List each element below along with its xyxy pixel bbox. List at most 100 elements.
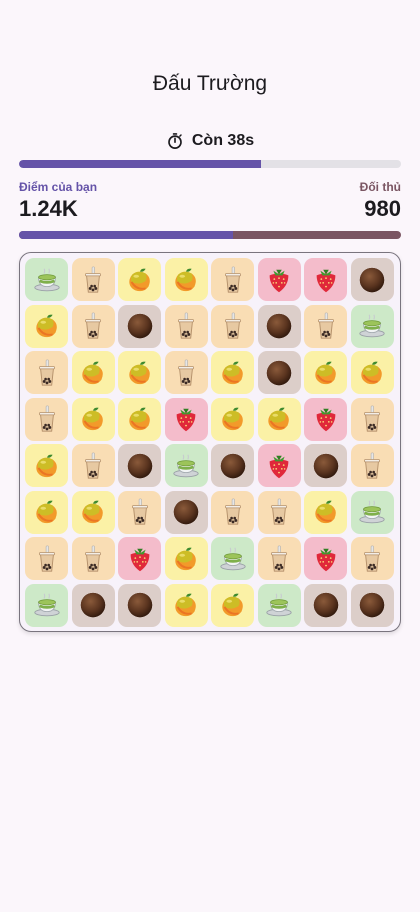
strawberry-icon [264, 451, 294, 481]
green-tea-icon [264, 590, 294, 620]
tile-straw[interactable] [304, 397, 347, 441]
tile-tea[interactable] [211, 537, 254, 580]
green-tea-icon [171, 451, 201, 481]
tile-mango[interactable] [71, 351, 115, 394]
tile-coco[interactable] [211, 444, 254, 487]
tile-boba[interactable] [25, 351, 68, 394]
tile-tea[interactable] [350, 304, 394, 348]
tile-straw[interactable] [304, 258, 347, 301]
tile-mango[interactable] [118, 351, 161, 394]
strawberry-icon [311, 404, 341, 434]
tile-boba[interactable] [211, 490, 254, 534]
tile-tea[interactable] [164, 444, 208, 487]
tile-boba[interactable] [71, 537, 115, 580]
coconut-icon [264, 311, 294, 341]
green-tea-icon [32, 265, 62, 295]
mango-icon [78, 404, 108, 434]
tile-mango[interactable] [118, 258, 161, 301]
tile-straw[interactable] [164, 397, 208, 441]
tile-boba[interactable] [211, 258, 254, 301]
mango-icon [311, 358, 341, 388]
bubble-tea-icon [32, 358, 62, 388]
tile-boba[interactable] [350, 444, 394, 487]
mango-icon [218, 358, 248, 388]
green-tea-icon [32, 590, 62, 620]
game-board [19, 252, 401, 632]
tile-boba[interactable] [350, 397, 394, 441]
tile-coco[interactable] [304, 444, 347, 487]
tile-mango[interactable] [25, 304, 68, 348]
tile-boba[interactable] [71, 258, 115, 301]
tile-coco[interactable] [350, 258, 394, 301]
tile-straw[interactable] [304, 537, 347, 580]
mango-icon [171, 544, 201, 574]
mango-icon [218, 590, 248, 620]
tile-straw[interactable] [257, 444, 301, 487]
tile-boba[interactable] [71, 304, 115, 348]
tile-coco[interactable] [304, 583, 347, 627]
tile-boba[interactable] [25, 537, 68, 580]
bubble-tea-icon [218, 311, 248, 341]
tile-coco[interactable] [350, 583, 394, 627]
tile-tea[interactable] [25, 258, 68, 301]
tile-boba[interactable] [164, 351, 208, 394]
tile-boba[interactable] [257, 537, 301, 580]
bubble-tea-icon [264, 497, 294, 527]
tile-coco[interactable] [118, 583, 161, 627]
mango-icon [32, 497, 62, 527]
tile-boba[interactable] [118, 490, 161, 534]
tile-coco[interactable] [257, 351, 301, 394]
tile-boba[interactable] [71, 444, 115, 487]
mango-icon [78, 497, 108, 527]
strawberry-icon [171, 404, 201, 434]
score-comparison-bar [19, 231, 401, 239]
tile-straw[interactable] [118, 537, 161, 580]
strawberry-icon [311, 544, 341, 574]
tile-tea[interactable] [257, 583, 301, 627]
tile-mango[interactable] [25, 444, 68, 487]
tile-boba[interactable] [304, 304, 347, 348]
mango-icon [78, 358, 108, 388]
coconut-icon [125, 311, 155, 341]
tile-boba[interactable] [25, 397, 68, 441]
tile-straw[interactable] [257, 258, 301, 301]
tile-coco[interactable] [118, 304, 161, 348]
player-score-label: Điểm của bạn [19, 180, 98, 194]
tile-mango[interactable] [304, 351, 347, 394]
tile-tea[interactable] [25, 583, 68, 627]
tile-boba[interactable] [164, 304, 208, 348]
tile-tea[interactable] [350, 490, 394, 534]
tile-mango[interactable] [164, 583, 208, 627]
bubble-tea-icon [218, 265, 248, 295]
coconut-icon [125, 451, 155, 481]
tile-coco[interactable] [257, 304, 301, 348]
tile-mango[interactable] [71, 397, 115, 441]
time-progress-fill [19, 160, 262, 168]
tile-coco[interactable] [164, 490, 208, 534]
bubble-tea-icon [78, 544, 108, 574]
tile-mango[interactable] [211, 351, 254, 394]
tile-boba[interactable] [257, 490, 301, 534]
tile-boba[interactable] [350, 537, 394, 580]
tile-mango[interactable] [118, 397, 161, 441]
tile-coco[interactable] [71, 583, 115, 627]
tile-boba[interactable] [211, 304, 254, 348]
tile-mango[interactable] [304, 490, 347, 534]
bubble-tea-icon [357, 544, 387, 574]
tile-mango[interactable] [211, 397, 254, 441]
tile-mango[interactable] [164, 258, 208, 301]
tile-mango[interactable] [350, 351, 394, 394]
mango-icon [125, 265, 155, 295]
opponent-score: 980 [364, 196, 401, 221]
tile-mango[interactable] [257, 397, 301, 441]
tile-mango[interactable] [211, 583, 254, 627]
mango-icon [218, 404, 248, 434]
tile-mango[interactable] [164, 537, 208, 580]
tile-mango[interactable] [71, 490, 115, 534]
coconut-icon [125, 590, 155, 620]
tile-coco[interactable] [118, 444, 161, 487]
coconut-icon [171, 497, 201, 527]
stopwatch-icon [168, 133, 182, 149]
tile-mango[interactable] [25, 490, 68, 534]
bubble-tea-icon [32, 544, 62, 574]
